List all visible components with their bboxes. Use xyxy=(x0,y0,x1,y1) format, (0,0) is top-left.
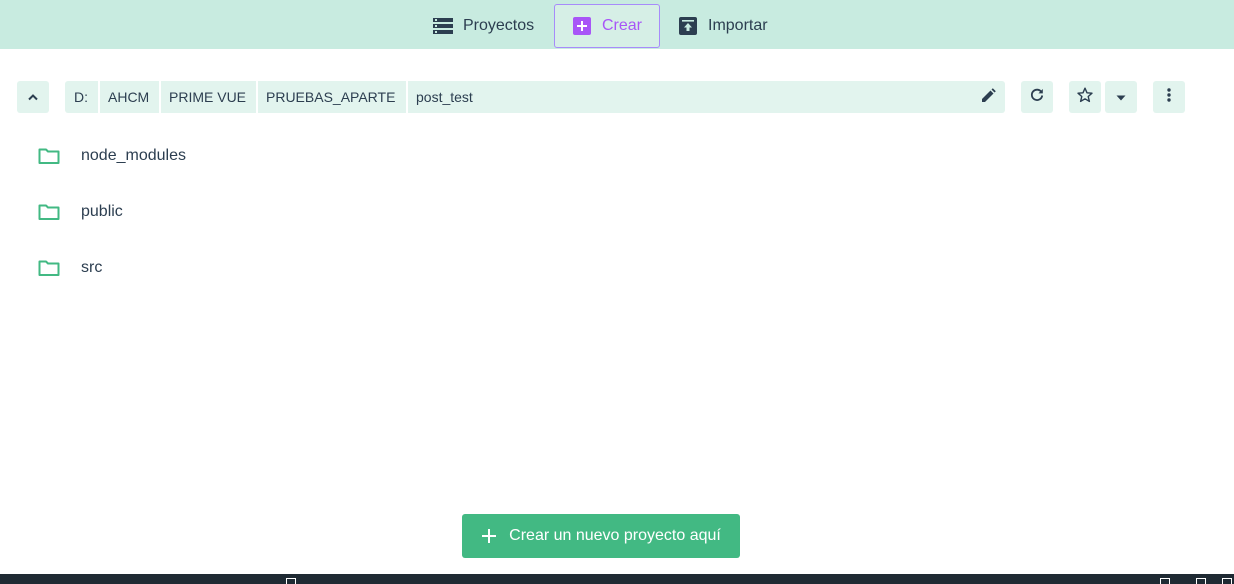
tab-create[interactable]: Crear xyxy=(554,4,660,48)
folder-icon xyxy=(38,147,60,165)
folder-item-public[interactable]: public xyxy=(0,184,1234,240)
status-bar xyxy=(0,574,1234,584)
unarchive-icon xyxy=(678,16,698,36)
caret-down-icon xyxy=(1116,88,1126,106)
tab-create-label: Crear xyxy=(602,17,643,34)
folder-up-button[interactable] xyxy=(17,81,49,113)
favorites-dropdown-button[interactable] xyxy=(1105,81,1137,113)
pencil-icon xyxy=(982,87,996,107)
tab-projects[interactable]: Proyectos xyxy=(433,5,545,47)
folder-name: public xyxy=(81,203,123,220)
tab-projects-label: Proyectos xyxy=(463,17,535,34)
list-icon xyxy=(433,16,453,36)
more-vertical-icon xyxy=(1167,87,1171,107)
settings-icon xyxy=(1160,578,1170,584)
breadcrumb-item-post-test[interactable]: post_test xyxy=(407,81,967,113)
tab-import[interactable]: Importar xyxy=(678,5,788,47)
breadcrumb-item-prime-vue[interactable]: PRIME VUE xyxy=(160,81,256,113)
top-navigation: Proyectos Crear Importar xyxy=(0,0,1234,49)
edit-path-button[interactable] xyxy=(977,81,1001,113)
refresh-icon xyxy=(1030,88,1044,107)
breadcrumb: D: AHCM PRIME VUE PRUEBAS_APARTE post_te… xyxy=(65,81,1005,113)
close-icon xyxy=(1196,578,1206,584)
folder-name: src xyxy=(81,259,103,276)
tab-import-label: Importar xyxy=(708,17,768,34)
plus-square-icon xyxy=(572,16,592,36)
star-outline-icon xyxy=(1077,87,1093,108)
folder-icon xyxy=(38,203,60,221)
chevron-up-icon xyxy=(27,88,39,106)
folder-icon xyxy=(38,259,60,277)
favorite-button[interactable] xyxy=(1069,81,1101,113)
refresh-button[interactable] xyxy=(1021,81,1053,113)
path-toolbar: D: AHCM PRIME VUE PRUEBAS_APARTE post_te… xyxy=(0,81,1234,113)
folder-name: node_modules xyxy=(81,147,186,164)
plus-icon xyxy=(481,528,497,544)
more-options-button[interactable] xyxy=(1153,81,1185,113)
notification-icon xyxy=(1222,578,1232,584)
breadcrumb-item-ahcm[interactable]: AHCM xyxy=(99,81,159,113)
folder-item-node-modules[interactable]: node_modules xyxy=(0,128,1234,184)
breadcrumb-item-drive[interactable]: D: xyxy=(65,81,98,113)
terminal-icon xyxy=(286,578,296,584)
create-project-here-label: Crear un nuevo proyecto aquí xyxy=(509,527,721,544)
breadcrumb-item-pruebas-aparte[interactable]: PRUEBAS_APARTE xyxy=(257,81,406,113)
folder-item-src[interactable]: src xyxy=(0,240,1234,296)
create-project-here-button[interactable]: Crear un nuevo proyecto aquí xyxy=(462,514,740,558)
